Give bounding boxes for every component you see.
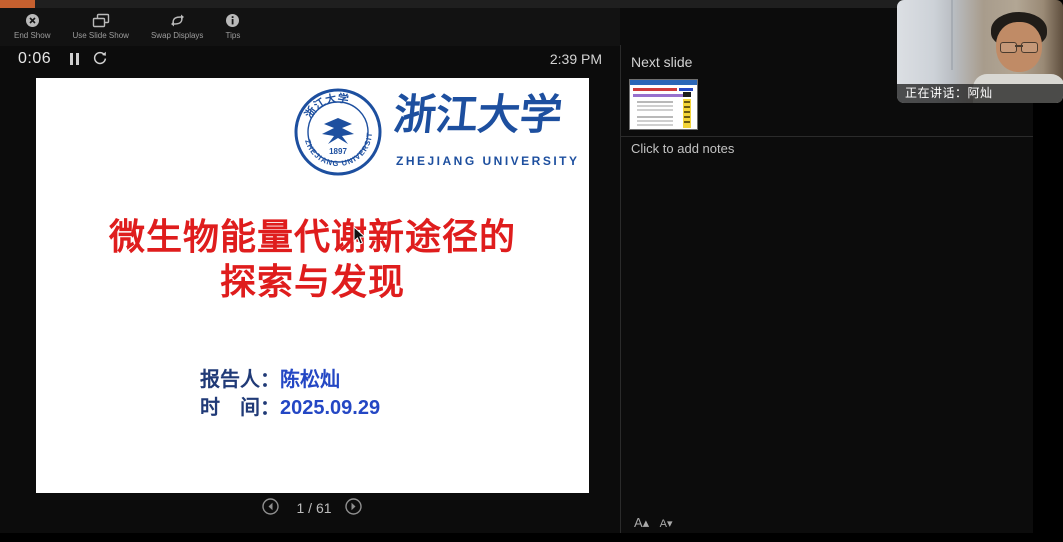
presenter-info: 报告人：陈松灿 时 间：2025.09.29	[200, 366, 380, 422]
tips-button[interactable]: Tips	[221, 11, 244, 42]
thumb-table-row	[637, 101, 673, 103]
seal-top-text: 浙江大学	[301, 91, 349, 121]
webcam-video[interactable]: 正在讲话：阿灿	[897, 0, 1063, 103]
presenter-label: 报告人：	[200, 369, 280, 391]
previous-slide-button[interactable]	[262, 498, 279, 518]
thumb-text-line-blue	[679, 88, 693, 91]
date-line: 时 间：2025.09.29	[200, 394, 380, 422]
thumb-table-row	[637, 116, 673, 118]
thumb-highlight-row	[684, 106, 690, 108]
active-speaker-label: 正在讲话：阿灿	[897, 84, 1063, 103]
university-name-calligraphy: 浙江大学	[392, 94, 586, 136]
next-slide-button[interactable]	[345, 498, 362, 518]
presenter-name: 陈松灿	[280, 369, 340, 391]
thumb-highlight-row	[684, 101, 690, 103]
thumb-text-line-red	[633, 88, 677, 91]
university-seal-icon: 浙江大学 ZHEJIANG UNIVERSITY 1897	[294, 88, 382, 181]
speaker-notes-area[interactable]: Click to add notes	[621, 137, 1033, 507]
timer-row: 0:06 2:39 PM	[0, 46, 620, 74]
slide-navigation: 1 / 61	[0, 496, 620, 522]
slide-title: 微生物能量代谢新途径的 探索与发现	[36, 214, 589, 304]
current-slide[interactable]: 浙江大学 ZHEJIANG UNIVERSITY 1897 浙江大学 ZHEJI…	[36, 78, 589, 493]
use-slide-show-button[interactable]: Use Slide Show	[68, 11, 132, 42]
restart-timer-icon	[92, 54, 108, 69]
seal-eagle-glyph	[322, 118, 354, 144]
university-wordmark: ZHEJIANG UNIVERSITY	[396, 154, 580, 168]
notes-font-decrease-button[interactable]: A▾	[660, 517, 679, 530]
page-indicator: 1 / 61	[288, 500, 340, 516]
notes-placeholder: Click to add notes	[631, 141, 734, 156]
presenter-line: 报告人：陈松灿	[200, 366, 380, 394]
thumb-highlight-row	[684, 121, 690, 123]
use-slide-show-icon	[92, 13, 110, 28]
tips-icon	[225, 13, 240, 28]
swap-displays-button[interactable]: Swap Displays	[147, 11, 207, 42]
thumb-table-row	[637, 105, 673, 107]
date-label: 时 间：	[200, 397, 280, 419]
university-logo: 浙江大学 ZHEJIANG UNIVERSITY 1897 浙江大学 ZHEJI…	[294, 86, 584, 186]
slide-title-line1: 微生物能量代谢新途径的	[36, 214, 589, 259]
thumb-table-row	[637, 109, 673, 111]
end-show-button[interactable]: End Show	[10, 11, 54, 42]
date-value: 2025.09.29	[280, 397, 380, 419]
next-slide-heading: Next slide	[631, 54, 692, 70]
speaker-glasses	[1000, 42, 1038, 52]
end-show-label: End Show	[14, 31, 50, 40]
restart-timer-button[interactable]	[92, 50, 108, 69]
end-show-icon	[25, 13, 40, 28]
thumb-highlight-row	[684, 116, 690, 118]
mouse-cursor	[353, 226, 366, 250]
seal-year: 1897	[329, 147, 347, 156]
presenter-toolbar: End Show Use Slide Show Swap Displays Ti…	[0, 8, 620, 46]
swap-displays-icon	[169, 13, 186, 28]
thumb-image-block	[683, 92, 691, 97]
thumb-table-row	[637, 124, 673, 126]
svg-text:浙江大学: 浙江大学	[301, 91, 349, 121]
thumb-table-row	[637, 120, 673, 122]
presenter-view-window: End Show Use Slide Show Swap Displays Ti…	[0, 0, 1033, 533]
thumb-highlight-column	[683, 99, 691, 128]
next-slide-thumbnail[interactable]	[629, 79, 698, 130]
window-top-strip	[0, 0, 1033, 8]
slide-title-line2: 探索与发现	[36, 259, 589, 304]
notes-font-controls: A▴ A▾	[634, 514, 679, 532]
background-window-frame	[951, 0, 953, 70]
swap-displays-label: Swap Displays	[151, 31, 203, 40]
current-time: 2:39 PM	[550, 51, 602, 67]
thumb-header-bar	[630, 80, 697, 85]
use-slide-show-label: Use Slide Show	[72, 31, 128, 40]
tips-label: Tips	[226, 31, 241, 40]
elapsed-timer: 0:06	[18, 50, 51, 68]
thumb-highlight-row	[684, 111, 690, 113]
pause-timer-button[interactable]	[70, 53, 82, 66]
powerpoint-accent-tab	[0, 0, 35, 8]
notes-font-increase-button[interactable]: A▴	[634, 515, 655, 531]
